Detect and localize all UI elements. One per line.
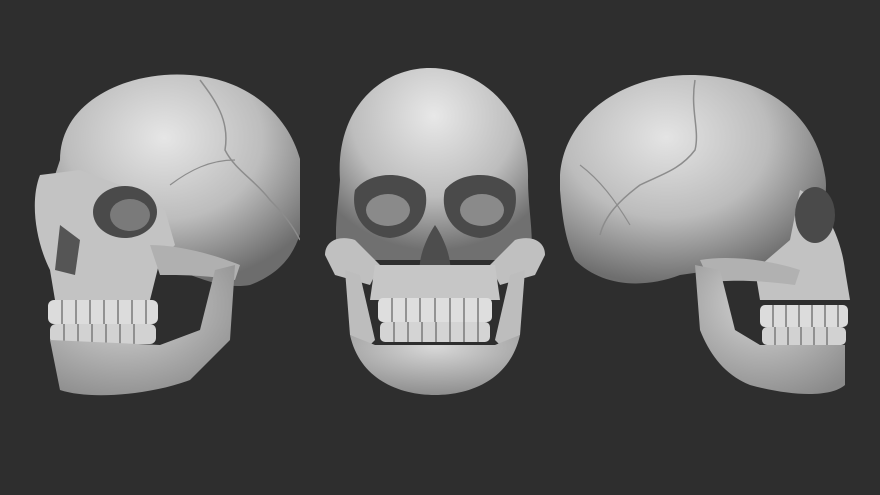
skull-three-quarter-right-view	[560, 0, 880, 495]
skull-three-quarter-left-view	[0, 0, 300, 495]
skull-front-view	[280, 0, 600, 495]
skull-icon	[325, 68, 545, 395]
viewport-canvas	[0, 0, 880, 495]
skull-icon	[34, 74, 300, 396]
skull-icon	[560, 75, 850, 395]
